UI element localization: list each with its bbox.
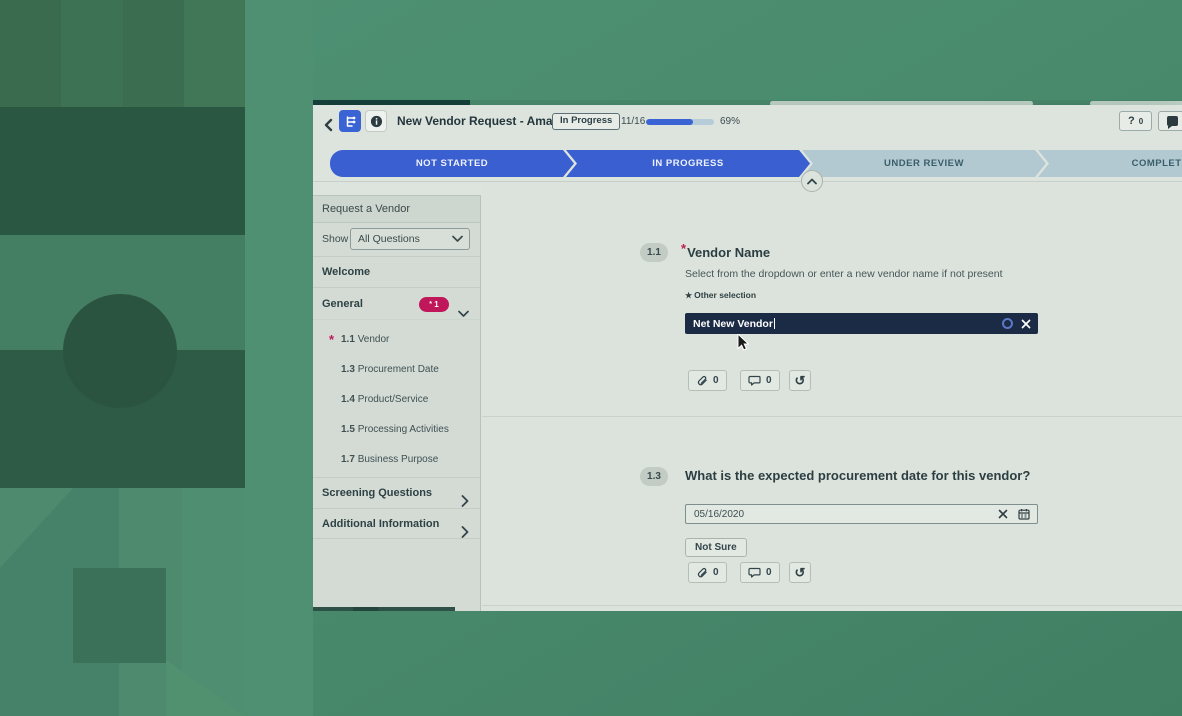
clipped-bottom-element — [313, 607, 455, 611]
question-divider — [482, 416, 1182, 417]
progress-percent: 69% — [720, 105, 740, 138]
comments-button[interactable]: 0 — [740, 562, 780, 583]
mouse-cursor — [737, 334, 749, 356]
attachment-count: 0 — [713, 567, 719, 578]
status-stepper: NOT STARTED IN PROGRESS UNDER REVIEW COM… — [330, 150, 1182, 177]
progress-fill — [646, 119, 693, 125]
sidebar-item-general[interactable]: General * 1 — [313, 287, 480, 320]
comment-count: 0 — [766, 375, 772, 386]
comments-button[interactable]: 0 — [740, 370, 780, 391]
help-button[interactable]: ? 0 — [1119, 111, 1152, 131]
status-badge: In Progress — [552, 113, 620, 130]
chevron-down-icon — [452, 235, 463, 243]
bg-triangle — [166, 660, 245, 716]
sidebar-item-additional-information[interactable]: Additional Information — [313, 508, 480, 539]
calendar-icon[interactable] — [1018, 508, 1030, 520]
info-button[interactable] — [365, 110, 387, 132]
workflow-tree-icon — [344, 115, 357, 128]
required-marker-icon: * — [329, 325, 334, 355]
bg-square — [73, 568, 166, 663]
question-nav-sidebar: Request a Vendor Show All Questions Welc… — [313, 195, 481, 611]
text-caret — [774, 318, 775, 329]
bg-side-band — [245, 0, 313, 716]
info-icon — [370, 115, 383, 128]
chevron-right-icon — [461, 520, 469, 551]
collapse-stepper-button[interactable] — [801, 170, 823, 192]
sidebar-item-1-4-product-service[interactable]: 1.4 Product/Service — [313, 385, 480, 415]
clear-icon[interactable] — [998, 509, 1008, 519]
history-button[interactable]: ↺ — [789, 562, 811, 583]
workflow-tree-button[interactable] — [339, 110, 361, 132]
step-in-progress[interactable]: IN PROGRESS — [566, 150, 810, 177]
comment-count: 0 — [766, 567, 772, 578]
clear-icon[interactable] — [1021, 319, 1031, 329]
comment-icon — [748, 567, 761, 579]
question-title: What is the expected procurement date fo… — [685, 468, 1030, 483]
sidebar-title: Request a Vendor — [313, 196, 480, 223]
progress-bar — [646, 119, 714, 125]
question-mark-icon: ? — [1128, 115, 1135, 127]
app-window: New Vendor Request - Amazo... In Progres… — [313, 100, 1182, 611]
show-label: Show — [322, 223, 348, 256]
header-bar: New Vendor Request - Amazo... In Progres… — [313, 105, 1182, 145]
page-title: New Vendor Request - Amazo... — [397, 105, 576, 138]
required-star-icon: * — [429, 301, 432, 308]
question-divider — [482, 605, 1182, 606]
question-number-badge: 1.1 — [640, 243, 668, 262]
question-panel: 1.1 *Vendor Name Select from the dropdow… — [482, 182, 1182, 611]
attachments-button[interactable]: 0 — [688, 562, 727, 583]
other-selection-label: ★Other selection — [685, 290, 756, 300]
step-under-review[interactable]: UNDER REVIEW — [802, 150, 1046, 177]
loading-ring-icon — [1002, 318, 1013, 329]
history-icon: ↺ — [795, 374, 806, 387]
help-count: 0 — [1139, 117, 1143, 126]
sidebar-item-1-1-vendor[interactable]: * 1.1 Vendor — [313, 325, 480, 355]
step-complete[interactable]: COMPLETE — [1038, 150, 1182, 177]
procurement-date-input[interactable]: 05/16/2020 — [685, 504, 1038, 524]
sidebar-item-1-7-business-purpose[interactable]: 1.7 Business Purpose — [313, 445, 480, 475]
comment-flag-icon — [1167, 116, 1178, 126]
question-filter-select[interactable]: All Questions — [350, 228, 470, 250]
show-filter-row: Show All Questions — [313, 223, 480, 256]
app-surface: New Vendor Request - Amazo... In Progres… — [313, 105, 1182, 611]
question-subtitle: Select from the dropdown or enter a new … — [685, 268, 1003, 280]
star-icon: ★ — [685, 291, 692, 300]
history-button[interactable]: ↺ — [789, 370, 811, 391]
sidebar-item-1-3-procurement-date[interactable]: 1.3 Procurement Date — [313, 355, 480, 385]
bg-circle — [63, 294, 177, 408]
paperclip-icon — [696, 375, 708, 387]
progress-count: 11/16 — [621, 105, 645, 138]
chevron-up-icon — [807, 178, 817, 185]
bg-stripes — [0, 0, 245, 107]
step-not-started[interactable]: NOT STARTED — [330, 150, 574, 177]
back-button[interactable] — [323, 118, 335, 132]
bg-triangle — [0, 488, 73, 568]
attachments-button[interactable]: 0 — [688, 370, 727, 391]
question-number-badge: 1.3 — [640, 467, 668, 486]
general-subitems: * 1.1 Vendor 1.3 Procurement Date 1.4 Pr… — [313, 320, 480, 477]
sidebar-item-welcome[interactable]: Welcome — [313, 256, 480, 287]
sidebar-item-1-5-processing-activities[interactable]: 1.5 Processing Activities — [313, 415, 480, 445]
annotations-button[interactable]: 0 — [1158, 111, 1182, 131]
required-asterisk: * — [681, 241, 686, 256]
history-icon: ↺ — [795, 566, 806, 579]
sidebar-item-screening-questions[interactable]: Screening Questions — [313, 477, 480, 508]
bg-dark-band — [0, 107, 245, 235]
general-label: General — [322, 298, 363, 310]
required-count-badge: * 1 — [419, 297, 449, 312]
comment-icon — [748, 375, 761, 387]
question-title: *Vendor Name — [681, 245, 770, 260]
vendor-name-input[interactable]: Net New Vendor — [685, 313, 1038, 334]
filter-value: All Questions — [358, 233, 420, 245]
attachment-count: 0 — [713, 375, 719, 386]
not-sure-button[interactable]: Not Sure — [685, 538, 747, 557]
paperclip-icon — [696, 567, 708, 579]
